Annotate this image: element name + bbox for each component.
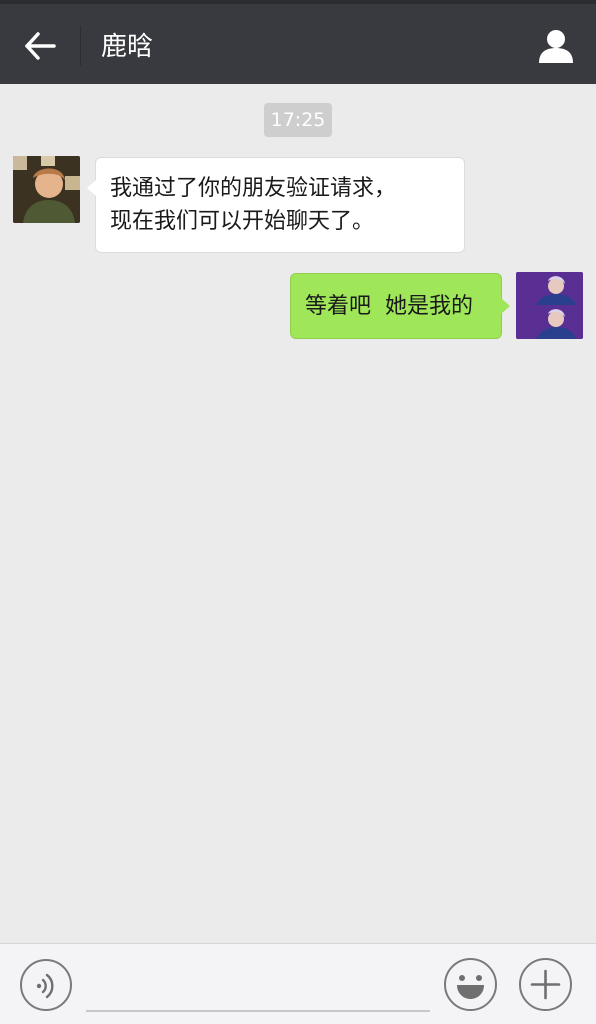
contact-avatar[interactable] <box>13 156 80 223</box>
top-bar: 鹿晗 <box>0 0 596 84</box>
person-icon[interactable] <box>536 26 576 66</box>
message-text-line: 我通过了你的朋友验证请求， <box>110 176 397 201</box>
arrow-left-icon[interactable] <box>22 28 58 64</box>
user-avatar[interactable] <box>516 272 583 339</box>
message-text-line: 现在我们可以开始聊天了。 <box>110 209 375 234</box>
message-timestamp: 17:25 <box>264 103 332 137</box>
emoji-icon[interactable] <box>444 958 497 1011</box>
message-bubble-sent[interactable]: 等着吧 她是我的 <box>290 273 510 339</box>
chat-title: 鹿晗 <box>101 32 154 62</box>
message-bubble-received[interactable]: 我通过了你的朋友验证请求， 现在我们可以开始聊天了。 <box>87 157 465 253</box>
message-input[interactable] <box>86 964 430 1008</box>
input-underline <box>86 1010 430 1012</box>
voice-icon[interactable] <box>20 959 72 1011</box>
plus-icon[interactable] <box>519 958 572 1011</box>
composer-bar <box>0 943 596 1024</box>
header-divider <box>80 26 81 66</box>
message-text-line: 等着吧 她是我的 <box>305 294 473 319</box>
